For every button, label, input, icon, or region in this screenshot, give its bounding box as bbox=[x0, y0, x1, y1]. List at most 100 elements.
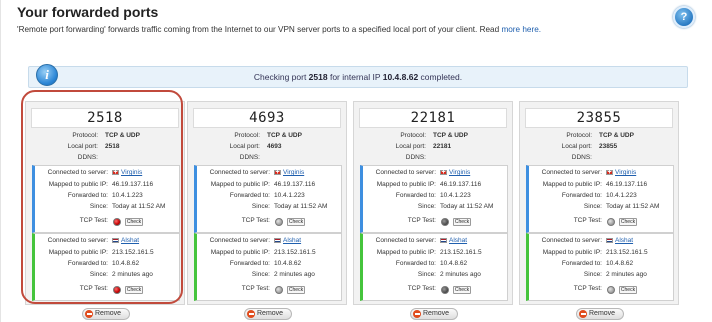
server-name-link[interactable]: Virginis bbox=[615, 169, 636, 176]
public-ip-value: 213.152.161.5 bbox=[440, 249, 482, 256]
server-name-link[interactable]: Alshat bbox=[449, 237, 467, 244]
netherlands-flag-icon bbox=[440, 237, 447, 243]
tcp-status-indicator bbox=[275, 217, 283, 226]
forwarded-to-label: Forwarded to: bbox=[229, 192, 270, 199]
server-entry: Connected to server: Alshat Mapped to publ… bbox=[360, 233, 508, 301]
check-button[interactable]: Check bbox=[453, 217, 471, 226]
remove-icon bbox=[579, 310, 587, 318]
forwarded-to-value: 10.4.1.223 bbox=[606, 192, 637, 199]
since-value: Today at 11:52 AM bbox=[440, 203, 494, 210]
public-ip-value: 213.152.161.5 bbox=[274, 249, 316, 256]
server-value: Virginis bbox=[440, 168, 470, 178]
public-ip-label: Mapped to public IP: bbox=[542, 181, 602, 188]
ddns-row: DDNS: bbox=[520, 154, 680, 163]
connected-server-row: Connected to server: Alshat bbox=[529, 237, 674, 246]
forwarded-to-value: 10.4.8.62 bbox=[440, 260, 468, 267]
server-entry: Connected to server: Alshat Mapped to publ… bbox=[194, 233, 342, 301]
tcp-test-row: TCP Test: Check bbox=[197, 285, 342, 294]
public-ip-row: Mapped to public IP: 213.152.161.5 bbox=[197, 249, 342, 258]
server-value: Alshat bbox=[440, 237, 467, 244]
forwarded-to-row: Forwarded to: 10.4.8.62 bbox=[529, 260, 674, 269]
status-suffix: completed. bbox=[418, 72, 463, 82]
switzerland-flag-icon bbox=[606, 168, 613, 178]
forwarded-to-row: Forwarded to: 10.4.1.223 bbox=[197, 192, 342, 201]
forwarded-to-value: 10.4.1.223 bbox=[440, 192, 471, 199]
server-name-link[interactable]: Alshat bbox=[615, 237, 633, 244]
since-label: Since: bbox=[583, 203, 602, 210]
public-ip-label: Mapped to public IP: bbox=[210, 249, 270, 256]
tcp-status-indicator bbox=[275, 285, 283, 294]
since-label: Since: bbox=[417, 203, 436, 210]
tcp-test-label: TCP Test: bbox=[241, 217, 270, 224]
tcp-test-label: TCP Test: bbox=[407, 217, 436, 224]
since-label: Since: bbox=[583, 271, 602, 278]
remove-button[interactable]: Remove bbox=[576, 308, 624, 320]
protocol-row-label: Protocol: bbox=[566, 132, 592, 139]
local-port-row-label: Local port: bbox=[395, 143, 426, 150]
server-name-link[interactable]: Virginis bbox=[283, 169, 304, 176]
check-button[interactable]: Check bbox=[619, 217, 637, 226]
more-here-link[interactable]: more here. bbox=[501, 25, 541, 34]
tcp-test-label: TCP Test: bbox=[241, 285, 270, 292]
since-row: Since: 2 minutes ago bbox=[529, 271, 674, 280]
forwarded-to-label: Forwarded to: bbox=[561, 192, 602, 199]
check-button[interactable]: Check bbox=[453, 285, 471, 294]
help-icon[interactable]: ? bbox=[673, 6, 695, 28]
local-port-row-label: Local port: bbox=[561, 143, 592, 150]
protocol-row-value: TCP & UDP bbox=[267, 132, 302, 139]
tcp-test-label: TCP Test: bbox=[573, 285, 602, 292]
tcp-test-label: TCP Test: bbox=[407, 285, 436, 292]
remove-icon bbox=[413, 310, 421, 318]
connected-server-row: Connected to server: Alshat bbox=[363, 237, 508, 246]
connected-server-label: Connected to server: bbox=[375, 237, 436, 244]
tcp-status-indicator bbox=[441, 285, 449, 294]
protocol-row-label: Protocol: bbox=[400, 132, 426, 139]
tcp-test-row: TCP Test: Check bbox=[363, 217, 508, 226]
netherlands-flag-icon bbox=[606, 237, 613, 243]
since-value: 2 minutes ago bbox=[440, 271, 481, 278]
remove-label: Remove bbox=[257, 310, 284, 317]
public-ip-value: 46.19.137.116 bbox=[274, 181, 316, 188]
forwarded-to-row: Forwarded to: 10.4.1.223 bbox=[363, 192, 508, 201]
public-ip-value: 46.19.137.116 bbox=[440, 181, 482, 188]
connected-server-label: Connected to server: bbox=[209, 237, 270, 244]
ddns-row-label: DDNS: bbox=[405, 154, 426, 161]
status-ip: 10.4.8.62 bbox=[382, 72, 419, 82]
remove-button[interactable]: Remove bbox=[410, 308, 458, 320]
forwarded-to-label: Forwarded to: bbox=[229, 260, 270, 267]
remove-button[interactable]: Remove bbox=[244, 308, 292, 320]
page: Your forwarded ports ? 'Remote port forw… bbox=[0, 0, 712, 322]
ddns-row-label: DDNS: bbox=[571, 154, 592, 161]
check-button[interactable]: Check bbox=[287, 217, 305, 226]
connected-server-label: Connected to server: bbox=[541, 237, 602, 244]
public-ip-row: Mapped to public IP: 213.152.161.5 bbox=[363, 249, 508, 258]
forwarded-to-value: 10.4.1.223 bbox=[274, 192, 305, 199]
remove-icon bbox=[247, 310, 255, 318]
since-label: Since: bbox=[251, 203, 270, 210]
local-port-row: Local port: 23855 bbox=[520, 143, 680, 152]
switzerland-flag-icon bbox=[274, 168, 281, 178]
check-button[interactable]: Check bbox=[619, 285, 637, 294]
since-row: Since: Today at 11:52 AM bbox=[197, 203, 342, 212]
tcp-status-indicator bbox=[607, 285, 615, 294]
local-port-row-label: Local port: bbox=[229, 143, 260, 150]
protocol-row: Protocol: TCP & UDP bbox=[188, 132, 348, 141]
local-port-row: Local port: 4693 bbox=[188, 143, 348, 152]
forwarded-to-label: Forwarded to: bbox=[395, 260, 436, 267]
ddns-row: DDNS: bbox=[188, 154, 348, 163]
remove-button[interactable]: Remove bbox=[82, 308, 130, 320]
server-name-link[interactable]: Virginis bbox=[449, 169, 470, 176]
server-value: Virginis bbox=[606, 168, 636, 178]
remove-label: Remove bbox=[589, 310, 616, 317]
since-row: Since: Today at 11:52 AM bbox=[529, 203, 674, 212]
status-port: 2518 bbox=[308, 72, 328, 82]
server-entry: Connected to server: Virginis Mapped to pu… bbox=[526, 165, 674, 233]
since-label: Since: bbox=[417, 271, 436, 278]
public-ip-value: 46.19.137.116 bbox=[606, 181, 648, 188]
status-prefix: Checking port bbox=[253, 72, 309, 82]
forwarded-to-value: 10.4.8.62 bbox=[274, 260, 302, 267]
check-button[interactable]: Check bbox=[287, 285, 305, 294]
ddns-row-label: DDNS: bbox=[239, 154, 260, 161]
server-name-link[interactable]: Alshat bbox=[283, 237, 301, 244]
protocol-row-label: Protocol: bbox=[234, 132, 260, 139]
